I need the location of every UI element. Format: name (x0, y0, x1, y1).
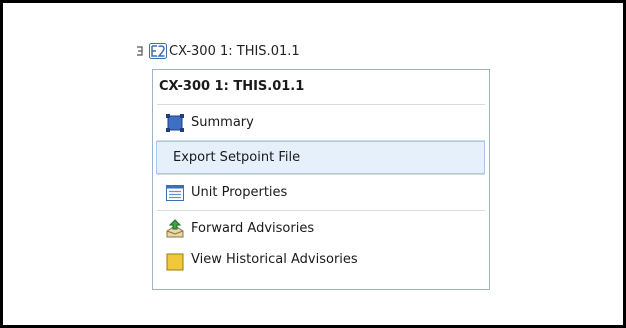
tree-node-cx300[interactable]: CX-300 1: THIS.01.1 (136, 40, 300, 62)
forward-advisories-icon (165, 218, 185, 239)
properties-list-icon (165, 183, 185, 203)
menu-item-label: View Historical Advisories (191, 252, 358, 267)
menu-item-export-setpoint-file[interactable]: Export Setpoint File (156, 141, 485, 174)
tree-expander-icon[interactable] (136, 44, 146, 58)
summary-icon (165, 113, 185, 133)
menu-item-label: Forward Advisories (191, 221, 315, 236)
menu-item-label: Unit Properties (191, 185, 288, 200)
menu-item-unit-properties[interactable]: Unit Properties (153, 175, 489, 210)
tree-node-label: CX-300 1: THIS.01.1 (169, 43, 300, 59)
menu-item-label: Summary (191, 115, 254, 130)
menu-item-summary[interactable]: Summary (153, 105, 489, 140)
menu-item-view-historical-advisories[interactable]: View Historical Advisories (153, 246, 489, 272)
menu-item-label: Export Setpoint File (173, 150, 301, 165)
advisories-icon (165, 252, 185, 272)
menu-item-forward-advisories[interactable]: Forward Advisories (153, 211, 489, 246)
device-e2-icon (149, 43, 167, 59)
context-menu-title: CX-300 1: THIS.01.1 (159, 79, 305, 94)
context-menu: CX-300 1: THIS.01.1 Summary Export Setpo… (152, 69, 490, 290)
